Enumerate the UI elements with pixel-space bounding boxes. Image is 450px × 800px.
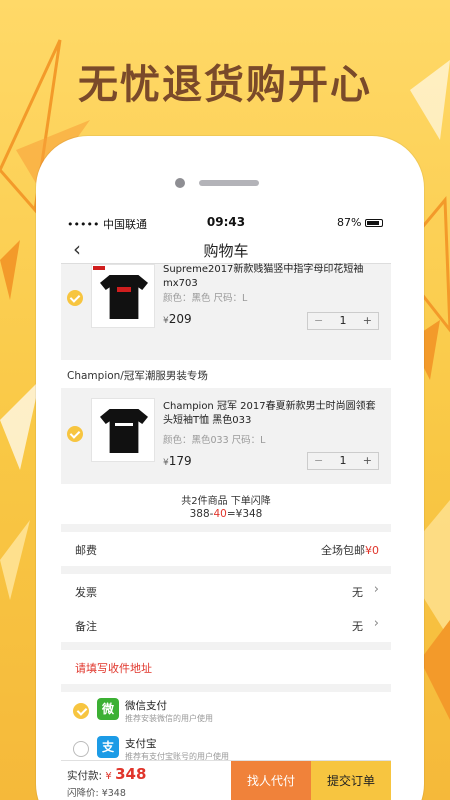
quantity-stepper[interactable]: − 1 + — [307, 312, 379, 330]
battery-icon — [365, 219, 383, 227]
increase-button[interactable]: + — [363, 314, 372, 327]
remark-row[interactable]: 备注 无 › — [61, 608, 391, 642]
product-image[interactable] — [91, 398, 155, 462]
remark-label: 备注 — [75, 620, 97, 633]
product-name[interactable]: Supreme2017新款贱猫竖中指字母印花短袖mx703 — [163, 263, 383, 291]
cart-item: Supreme2017新款贱猫竖中指字母印花短袖mx703 颜色：黑色 尺码：L… — [61, 264, 391, 352]
remark-value: 无 — [352, 620, 363, 633]
product-spec: 颜色：黑色033 尺码：L — [163, 435, 266, 446]
cart-item: Champion 冠军 2017春夏新款男士时尚圆领套头短袖T恤 黑色033 颜… — [61, 388, 391, 484]
invoice-value: 无 — [352, 586, 363, 599]
divider — [61, 684, 391, 692]
product-price: ¥179 — [163, 454, 192, 468]
tshirt-image — [100, 409, 148, 453]
camera-dot — [175, 178, 185, 188]
alipay-icon: 支 — [97, 736, 119, 758]
status-right: 87% — [337, 216, 383, 229]
divider — [61, 642, 391, 650]
divider — [61, 566, 391, 574]
invoice-label: 发票 — [75, 586, 97, 599]
tshirt-image — [100, 275, 148, 319]
payment-name: 支付宝 — [125, 738, 157, 750]
total-amount: 实付款: ¥ 348 — [67, 765, 147, 783]
battery-percent: 87% — [337, 216, 362, 229]
product-price: ¥209 — [163, 312, 192, 326]
status-bar: ••••• 中国联通 09:43 87% — [61, 210, 391, 234]
checkout-bar: 实付款: ¥ 348 闪降价: ¥348 找人代付 提交订单 — [61, 760, 391, 800]
payment-radio[interactable] — [73, 741, 89, 757]
divider — [61, 352, 391, 360]
item-select-checkbox[interactable] — [67, 290, 83, 306]
shipping-value: 全场包邮¥0 — [321, 544, 379, 557]
increase-button[interactable]: + — [363, 454, 372, 467]
product-image[interactable] — [91, 264, 155, 328]
chevron-right-icon: › — [373, 616, 379, 631]
address-prompt[interactable]: 请填写收件地址 — [75, 660, 152, 676]
submit-order-button[interactable]: 提交订单 — [311, 761, 391, 800]
payment-name: 微信支付 — [125, 700, 167, 712]
divider — [61, 524, 391, 532]
speaker-grille — [199, 180, 259, 186]
payment-option-wechat[interactable]: 微 微信支付 推荐安装微信的用户使用 — [61, 692, 391, 730]
store-name[interactable]: Champion/冠军潮服男装专场 — [67, 368, 208, 383]
flash-price: 闪降价: ¥348 — [67, 788, 126, 799]
cart-content[interactable]: Supreme2017新款贱猫竖中指字母印花短袖mx703 颜色：黑色 尺码：L… — [61, 264, 391, 768]
payment-desc: 推荐安装微信的用户使用 — [125, 714, 213, 723]
nav-bar: ‹ 购物车 — [61, 234, 391, 264]
chevron-right-icon: › — [373, 582, 379, 597]
banner-headline: 无忧退货购开心 — [78, 62, 372, 108]
store-header[interactable]: Champion/冠军潮服男装专场 › — [61, 360, 391, 388]
address-row[interactable]: 请填写收件地址 — [61, 650, 391, 684]
chevron-right-icon: › — [199, 366, 205, 381]
page-title: 购物车 — [203, 242, 249, 260]
pay-for-me-button[interactable]: 找人代付 — [231, 761, 311, 800]
product-spec: 颜色：黑色 尺码：L — [163, 293, 248, 304]
cart-screen: ••••• 中国联通 09:43 87% ‹ 购物车 Supreme2017新款… — [61, 210, 391, 800]
wechat-icon: 微 — [97, 698, 119, 720]
order-summary: 共2件商品 下单闪降 388-40=¥348 — [61, 484, 391, 524]
invoice-row[interactable]: 发票 无 › — [61, 574, 391, 608]
summary-calc: 388-40=¥348 — [189, 508, 263, 520]
product-name[interactable]: Champion 冠军 2017春夏新款男士时尚圆领套头短袖T恤 黑色033 — [163, 400, 383, 428]
supreme-tag — [93, 266, 105, 270]
payment-radio-checked[interactable] — [73, 703, 89, 719]
shipping-label: 邮费 — [75, 544, 97, 557]
quantity-stepper[interactable]: − 1 + — [307, 452, 379, 470]
item-select-checkbox[interactable] — [67, 426, 83, 442]
shipping-row: 邮费 全场包邮¥0 — [61, 532, 391, 566]
summary-count: 共2件商品 下单闪降 — [181, 496, 271, 507]
